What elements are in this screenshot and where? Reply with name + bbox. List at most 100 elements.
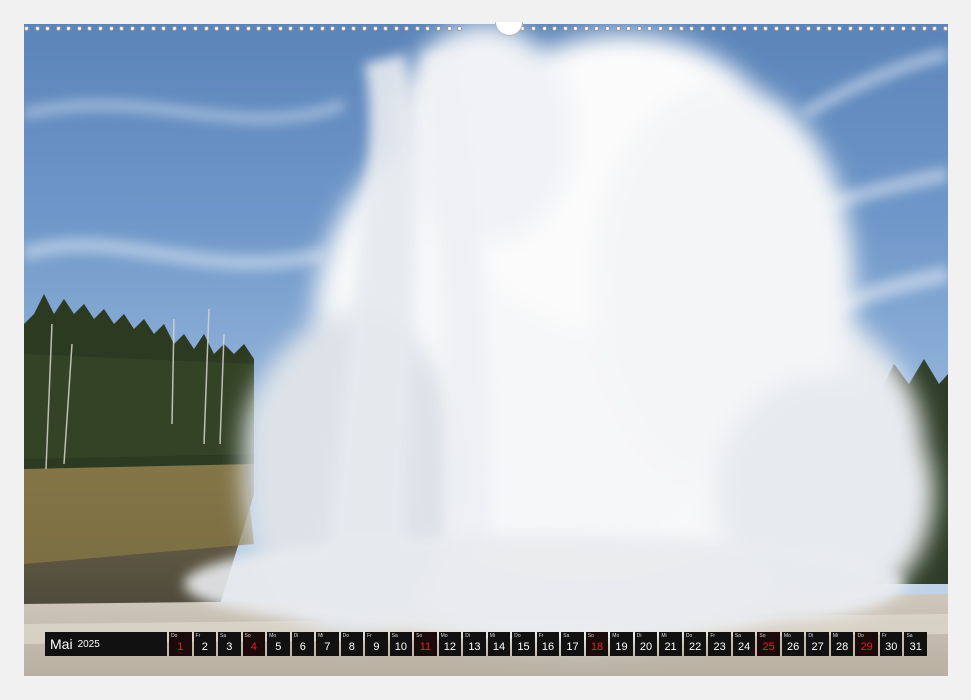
binding-hole bbox=[552, 25, 558, 31]
day-cell: Fr 16 bbox=[536, 632, 560, 656]
weekday-label: So bbox=[759, 633, 766, 639]
day-number: 29 bbox=[860, 641, 873, 653]
weekday-label: Do bbox=[857, 633, 864, 639]
binding-hole bbox=[193, 25, 198, 31]
geyser-illustration bbox=[24, 24, 948, 676]
weekday-label: Mo bbox=[783, 633, 791, 639]
binding-hole bbox=[457, 25, 463, 31]
binding-hole bbox=[34, 25, 40, 31]
day-cell: Mo 19 bbox=[610, 632, 633, 656]
binding-hole bbox=[266, 25, 272, 31]
binding-hole bbox=[97, 25, 103, 31]
binding-hole bbox=[942, 25, 948, 31]
binding-hole bbox=[562, 25, 568, 31]
day-cell: Mo 12 bbox=[438, 632, 462, 656]
day-number: 23 bbox=[713, 641, 726, 653]
binding-hole bbox=[330, 25, 336, 31]
binding-hole bbox=[171, 25, 177, 31]
binding-hole bbox=[784, 25, 790, 31]
day-cell: Do 8 bbox=[340, 632, 364, 656]
weekday-label: Sa bbox=[391, 633, 398, 639]
day-number: 13 bbox=[468, 641, 481, 653]
day-number: 20 bbox=[639, 641, 653, 653]
binding-hole bbox=[636, 25, 642, 31]
month-label: Mai 2025 bbox=[45, 632, 167, 656]
binding-hole bbox=[372, 25, 378, 31]
weekday-label: Di bbox=[293, 633, 299, 639]
day-number: 18 bbox=[590, 641, 604, 653]
binding-hole bbox=[119, 25, 125, 31]
binding-hole bbox=[668, 25, 674, 31]
binding-hole bbox=[573, 25, 579, 31]
day-number: 19 bbox=[615, 641, 628, 653]
binding-hole bbox=[140, 25, 146, 31]
day-number: 17 bbox=[566, 641, 579, 653]
month-name: Mai bbox=[50, 636, 73, 652]
binding-hole bbox=[129, 25, 135, 31]
binding-hole bbox=[362, 25, 367, 31]
spiral-binding bbox=[24, 22, 948, 36]
binding-hole bbox=[425, 25, 431, 31]
weekday-label: Sa bbox=[220, 633, 227, 639]
day-number: 8 bbox=[348, 641, 355, 653]
day-number: 11 bbox=[419, 641, 432, 653]
binding-hole bbox=[383, 25, 389, 31]
day-cell: Fr 9 bbox=[365, 632, 388, 656]
day-cell: So 4 bbox=[242, 632, 266, 656]
weekday-label: Do bbox=[685, 633, 693, 639]
day-cell: Fr 2 bbox=[193, 632, 217, 656]
binding-hole bbox=[161, 25, 167, 31]
binding-hole bbox=[858, 25, 864, 31]
weekday-label: Fr bbox=[367, 633, 372, 639]
day-number: 16 bbox=[541, 641, 555, 653]
weekday-label: So bbox=[244, 633, 251, 639]
weekday-label: Fr bbox=[710, 633, 716, 639]
day-number: 31 bbox=[909, 641, 922, 653]
binding-hole bbox=[763, 25, 769, 31]
day-number: 6 bbox=[299, 641, 306, 653]
binding-hole bbox=[404, 25, 410, 31]
binding-hole bbox=[890, 25, 896, 31]
binding-hole bbox=[647, 25, 653, 31]
day-cell: Di 20 bbox=[634, 632, 658, 656]
day-number: 14 bbox=[492, 641, 506, 653]
weekday-label: Di bbox=[465, 633, 470, 639]
binding-hole bbox=[55, 25, 61, 31]
day-cell: So 18 bbox=[585, 632, 609, 656]
binding-hole bbox=[45, 25, 51, 31]
day-number: 4 bbox=[250, 641, 257, 653]
binding-hole bbox=[626, 25, 632, 31]
day-cell: Di 13 bbox=[463, 632, 486, 656]
binding-hole bbox=[583, 25, 589, 31]
day-cell: Mi 21 bbox=[659, 632, 682, 656]
day-cell: Fr 23 bbox=[708, 632, 731, 656]
day-number: 24 bbox=[737, 641, 751, 653]
day-cell: Do 22 bbox=[683, 632, 707, 656]
binding-hole bbox=[615, 25, 621, 31]
weekday-label: Fr bbox=[538, 633, 544, 639]
calendar-page: Mai 2025 Do 1 Fr 2 Sa 3 So 4 Mo 5 Di 6 Mi 7 Do 8 Fr 9 Sa 10… bbox=[0, 0, 971, 700]
binding-hole bbox=[932, 25, 938, 31]
weekday-label: Do bbox=[514, 633, 521, 639]
binding-hole bbox=[435, 25, 441, 31]
day-cell: Mi 7 bbox=[316, 632, 339, 656]
binding-hole bbox=[76, 25, 82, 31]
binding-hole bbox=[24, 25, 29, 31]
binding-hole bbox=[340, 25, 346, 31]
binding-hole bbox=[245, 25, 251, 31]
day-cell: Do 1 bbox=[169, 632, 192, 656]
weekday-label: Mi bbox=[661, 633, 667, 639]
binding-hole bbox=[805, 25, 811, 31]
binding-hole bbox=[773, 25, 779, 31]
binding-hole bbox=[446, 25, 452, 31]
weekday-label: Mo bbox=[269, 633, 277, 639]
binding-hole bbox=[847, 25, 853, 31]
weekday-label: Sa bbox=[563, 633, 570, 639]
binding-hole bbox=[414, 25, 420, 31]
day-number: 21 bbox=[664, 641, 677, 653]
binding-hole bbox=[869, 25, 874, 31]
binding-hole bbox=[108, 25, 114, 31]
binding-hole bbox=[87, 25, 93, 31]
day-number: 27 bbox=[811, 641, 824, 653]
day-cell: Fr 30 bbox=[879, 632, 903, 656]
